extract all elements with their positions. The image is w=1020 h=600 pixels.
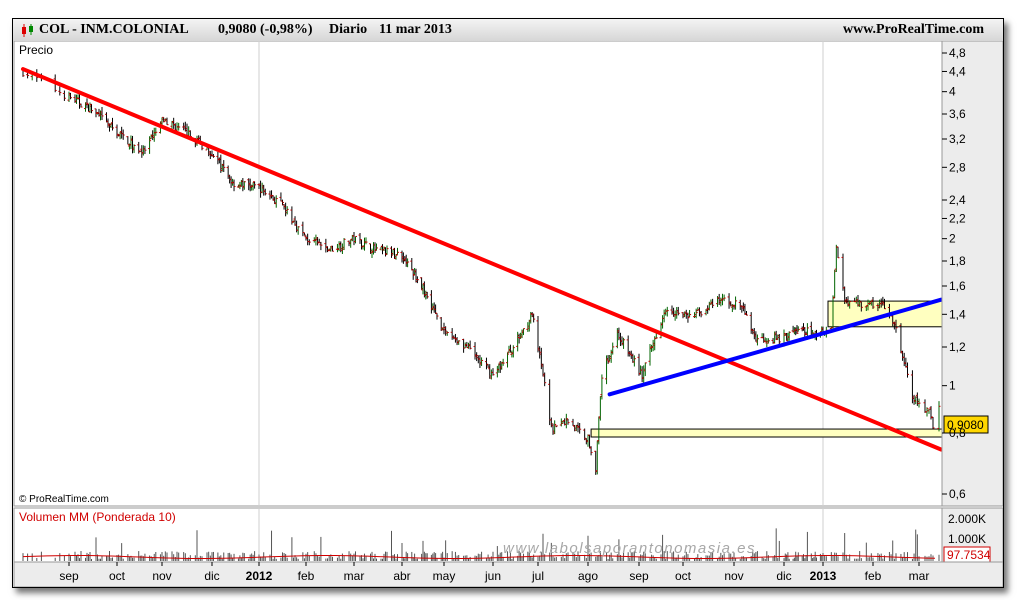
- watermark: www.labolsaporantonomasia.es: [503, 540, 756, 557]
- time-tick-label: ago: [578, 569, 598, 583]
- price-tick-label: 1,8: [949, 254, 966, 268]
- time-tick-label: feb: [298, 569, 315, 583]
- candles-icon: [21, 24, 35, 37]
- time-tick-label: 2012: [246, 569, 273, 583]
- price-tick-label: 1,2: [949, 340, 966, 354]
- volume-panel: Volumen MM (Ponderada 10) www.labolsapor…: [13, 507, 1003, 563]
- price-panel-label: Precio: [19, 43, 53, 57]
- price-panel: Precio © ProRealTime.com: [13, 41, 943, 507]
- price-tick-label: 0,8: [949, 426, 966, 440]
- time-tick-label: jul: [531, 569, 544, 583]
- date-label: 11 mar 2013: [379, 22, 452, 37]
- time-tick-label: mar: [909, 569, 930, 583]
- price-tick-label: 2,2: [949, 211, 966, 225]
- time-tick-label: nov: [152, 569, 171, 583]
- time-tick-label: oct: [675, 569, 692, 583]
- time-tick-label: feb: [865, 569, 882, 583]
- time-tick-label: dic: [776, 569, 791, 583]
- time-tick-label: jun: [484, 569, 501, 583]
- price-tick-label: 2: [949, 232, 956, 246]
- time-tick-label: mar: [344, 569, 365, 583]
- price-tick-label: 3,6: [949, 107, 966, 121]
- chart-header: COL - INM.COLONIAL 0,9080 (-0,98%) Diari…: [13, 19, 1003, 42]
- copyright-label: © ProRealTime.com: [19, 494, 109, 505]
- price-tick-label: 3,2: [949, 132, 966, 146]
- time-tick-label: dic: [204, 569, 219, 583]
- price-tick-label: 2,4: [949, 193, 966, 207]
- time-tick-label: 2013: [810, 569, 837, 583]
- price-axis: 0,9080 4,84,443,63,22,82,42,221,81,61,41…: [941, 41, 1003, 507]
- quote-label: 0,9080 (-0,98%): [218, 22, 313, 37]
- price-tick-label: 4: [949, 85, 956, 99]
- price-tick-label: 4,4: [949, 64, 966, 78]
- time-tick-label: sep: [59, 569, 79, 583]
- ticker-label: COL - INM.COLONIAL: [39, 22, 189, 37]
- site-label[interactable]: www.ProRealTime.com: [843, 22, 984, 38]
- volume-tick-2000k: 2.000K: [948, 512, 986, 526]
- volume-average-label: 97.7534: [947, 548, 991, 562]
- price-tick-label: 1,6: [949, 279, 966, 293]
- time-tick-label: sep: [629, 569, 649, 583]
- price-tick-label: 1,4: [949, 307, 966, 321]
- price-tick-label: 4,8: [949, 46, 966, 60]
- chart-window: COL - INM.COLONIAL 0,9080 (-0,98%) Diari…: [12, 18, 1004, 588]
- volume-tick-1000k: 1.000K: [948, 532, 986, 546]
- time-tick-label: abr: [393, 569, 410, 583]
- chart-area: Precio © ProRealTime.com 0,9080 4,84,443…: [13, 41, 1003, 587]
- time-tick-label: may: [433, 569, 456, 583]
- time-axis: sep oct nov dic 2012 feb mar abr may jun jul ago sep…: [13, 561, 1003, 587]
- volume-panel-label: Volumen MM (Ponderada 10): [19, 510, 176, 524]
- price-tick-label: 1: [949, 379, 956, 393]
- time-tick-label: nov: [724, 569, 743, 583]
- period-label: Diario: [329, 22, 368, 37]
- price-tick-label: 0,6: [949, 487, 966, 501]
- time-tick-label: oct: [109, 569, 126, 583]
- price-tick-label: 2,8: [949, 160, 966, 174]
